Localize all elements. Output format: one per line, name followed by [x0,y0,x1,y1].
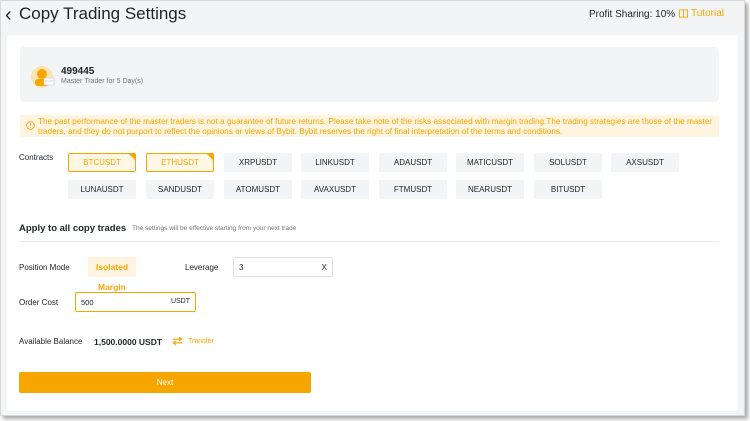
leverage-value: 3 [239,263,244,272]
contract-chip-maticusdt[interactable]: MATICUSDT [456,153,524,172]
trader-avatar [31,66,55,88]
page-title: Copy Trading Settings [19,4,187,23]
contract-chip-lunausdt[interactable]: LUNAUSDT [68,180,136,199]
tutorial-link[interactable]: Tutorial [679,8,724,19]
section-divider [19,241,719,242]
order-cost-value: 500 [81,298,94,307]
order-cost-input[interactable]: 500 USDT [75,292,196,312]
contract-chip-sandusdt[interactable]: SANDUSDT [146,180,214,199]
book-icon [679,9,688,18]
contract-chip-xrpusdt[interactable]: XRPUSDT [224,153,292,172]
contract-chip-ethusdt[interactable]: ETHUSDT [146,153,214,172]
next-button[interactable]: Next [19,372,311,393]
margin-label[interactable]: Margin [98,282,126,292]
risk-warning-text: The past performance of the master trade… [38,117,713,136]
position-mode-label: Position Mode [19,263,70,272]
trader-name: 499445 [61,66,95,77]
available-balance-value: 1,500.0000 USDT [94,337,163,347]
transfer-link[interactable]: Transfer [188,338,214,345]
contract-chip-btcusdt[interactable]: BTCUSDT [68,153,136,172]
apply-all-title: Apply to all copy trades [19,223,127,234]
contract-chip-solusdt[interactable]: SOLUSDT [534,153,602,172]
order-cost-label: Order Cost [19,298,59,307]
contract-chip-adausdt[interactable]: ADAUSDT [379,153,447,172]
contract-chip-atomusdt[interactable]: ATOMUSDT [224,180,292,199]
back-icon[interactable]: ‹ [5,4,12,27]
leverage-label: Leverage [185,263,219,272]
available-balance-label: Available Balance [19,337,83,346]
contract-chip-nearusdt[interactable]: NEARUSDT [456,180,524,199]
contract-chip-axsusdt[interactable]: AXSUSDT [611,153,679,172]
info-icon [26,121,35,130]
contract-chip-linkusdt[interactable]: LINKUSDT [301,153,369,172]
contract-chip-bitusdt[interactable]: BITUSDT [534,180,602,199]
isolated-mode-button[interactable]: Isolated [88,257,136,277]
leverage-input[interactable]: 3 X [233,257,333,277]
trader-subtitle: Master Trader for 5 Day(s) [61,78,144,85]
contract-chip-ftmusdt[interactable]: FTMUSDT [379,180,447,199]
leverage-suffix: X [321,263,327,272]
apply-all-subtitle: The settings will be effective starting … [132,225,297,232]
contract-chip-avaxusdt[interactable]: AVAXUSDT [301,180,369,199]
contracts-label: Contracts [19,153,54,162]
profit-sharing-text: Profit Sharing: 10% [589,9,676,20]
transfer-icon[interactable] [172,336,183,346]
order-cost-unit: USDT [170,298,190,305]
top-bar: ‹ Copy Trading Settings Profit Sharing: … [1,1,744,31]
trader-card [20,47,719,102]
tutorial-label: Tutorial [691,8,724,19]
